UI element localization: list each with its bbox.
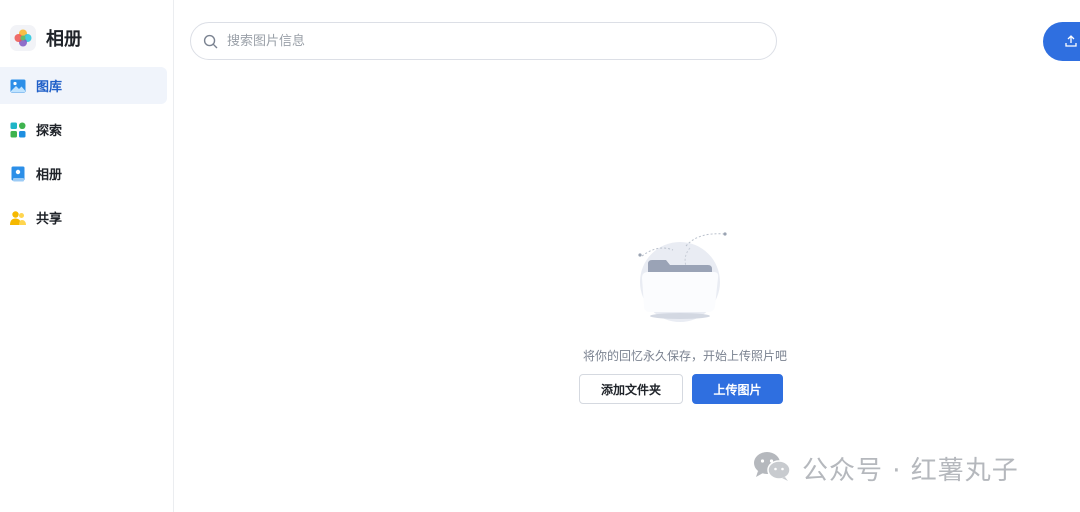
sidebar-item-label: 共享: [36, 212, 63, 227]
sidebar: 相册 图库 探索 相册 共享: [0, 0, 174, 512]
upload-button[interactable]: [1043, 22, 1080, 61]
wechat-icon: [752, 449, 792, 487]
brand: 相册: [10, 24, 82, 52]
explore-grid-icon: [10, 122, 26, 138]
watermark-text: 公众号 · 红薯丸子: [802, 455, 1019, 486]
search-bar[interactable]: [190, 22, 777, 60]
empty-state-message: 将你的回忆永久保存，开始上传照片吧: [582, 349, 787, 363]
sidebar-item-share[interactable]: 共享: [0, 199, 167, 236]
flower-logo-icon: [10, 25, 36, 51]
upload-image-button[interactable]: 上传图片: [692, 374, 783, 404]
sidebar-item-album[interactable]: 相册: [0, 155, 167, 192]
empty-folder-illustration: [628, 226, 738, 326]
search-icon: [203, 33, 219, 49]
sidebar-item-label: 图库: [36, 80, 63, 95]
search-input[interactable]: [225, 32, 749, 50]
sidebar-nav: 图库 探索 相册 共享: [0, 67, 167, 243]
add-folder-button[interactable]: 添加文件夹: [579, 374, 683, 404]
share-users-icon: [10, 210, 26, 226]
sidebar-item-gallery[interactable]: 图库: [0, 67, 167, 104]
upload-icon: [1065, 32, 1077, 51]
sidebar-item-label: 相册: [36, 168, 63, 183]
sidebar-item-label: 探索: [36, 124, 63, 139]
album-icon: [10, 166, 26, 182]
app-title: 相册: [46, 29, 82, 50]
sidebar-item-explore[interactable]: 探索: [0, 111, 167, 148]
image-icon: [10, 78, 26, 94]
watermark: 公众号 · 红薯丸子: [752, 450, 1019, 486]
